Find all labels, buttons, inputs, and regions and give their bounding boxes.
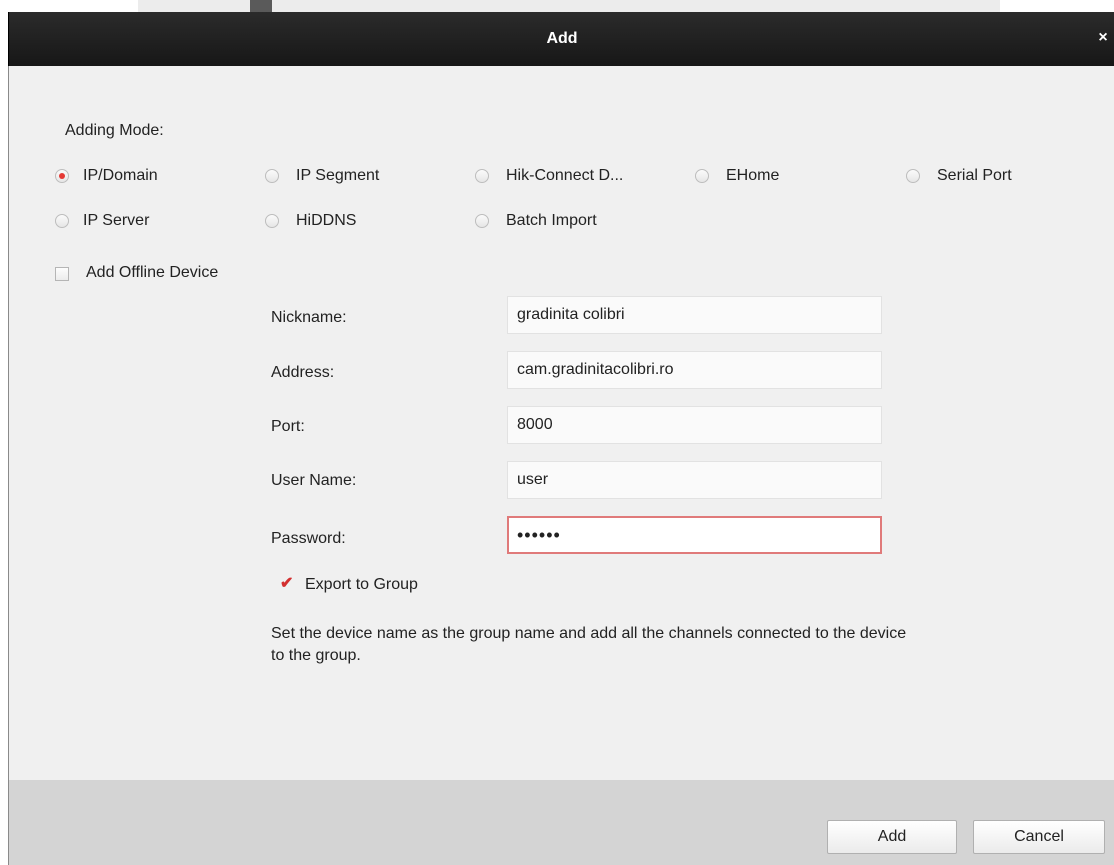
- radio-ip-server[interactable]: [55, 214, 69, 228]
- export-group-note: Set the device name as the group name an…: [271, 625, 907, 664]
- port-label: Port:: [271, 418, 305, 435]
- password-input[interactable]: [507, 516, 882, 554]
- close-icon: ×: [1098, 29, 1108, 46]
- radio-label-hik-connect[interactable]: Hik-Connect D...: [506, 167, 623, 185]
- background-window-strip: [0, 0, 1114, 12]
- add-button[interactable]: Add: [827, 820, 957, 854]
- radio-label-batch-import[interactable]: Batch Import: [506, 212, 597, 230]
- dialog-title: Add: [546, 30, 578, 47]
- add-device-dialog: Add × Adding Mode: IP/Domain IP Segment …: [0, 12, 1114, 865]
- export-group-checkbox[interactable]: ✔: [279, 575, 293, 593]
- radio-label-ip-segment[interactable]: IP Segment: [296, 167, 379, 185]
- radio-label-ehome[interactable]: EHome: [726, 167, 779, 185]
- dialog-titlebar: Add ×: [8, 12, 1114, 66]
- radio-hiddns[interactable]: [265, 214, 279, 228]
- radio-label-ip-server[interactable]: IP Server: [83, 212, 149, 230]
- radio-label-ip-domain[interactable]: IP/Domain: [83, 167, 158, 185]
- password-label: Password:: [271, 530, 346, 547]
- radio-ip-segment[interactable]: [265, 169, 279, 183]
- address-input[interactable]: [507, 351, 882, 389]
- dialog-content: Adding Mode: IP/Domain IP Segment Hik-Co…: [8, 66, 1114, 780]
- username-label: User Name:: [271, 472, 357, 489]
- dialog-footer: Add Cancel: [8, 780, 1114, 865]
- cancel-button[interactable]: Cancel: [973, 820, 1105, 854]
- address-label: Address:: [271, 364, 335, 381]
- radio-label-serial-port[interactable]: Serial Port: [937, 167, 1012, 185]
- radio-label-hiddns[interactable]: HiDDNS: [296, 212, 356, 230]
- check-icon: ✔: [280, 575, 294, 592]
- background-tab: [250, 0, 272, 12]
- radio-ip-domain[interactable]: [55, 169, 69, 183]
- close-button[interactable]: ×: [1095, 28, 1111, 48]
- export-group-label[interactable]: Export to Group: [305, 576, 418, 594]
- username-input[interactable]: [507, 461, 882, 499]
- offline-device-checkbox[interactable]: [55, 267, 69, 281]
- nickname-label: Nickname:: [271, 309, 347, 326]
- radio-hik-connect[interactable]: [475, 169, 489, 183]
- offline-device-label[interactable]: Add Offline Device: [86, 264, 218, 282]
- radio-ehome[interactable]: [695, 169, 709, 183]
- adding-mode-label: Adding Mode:: [65, 122, 164, 139]
- radio-batch-import[interactable]: [475, 214, 489, 228]
- radio-serial-port[interactable]: [906, 169, 920, 183]
- nickname-input[interactable]: [507, 296, 882, 334]
- port-input[interactable]: [507, 406, 882, 444]
